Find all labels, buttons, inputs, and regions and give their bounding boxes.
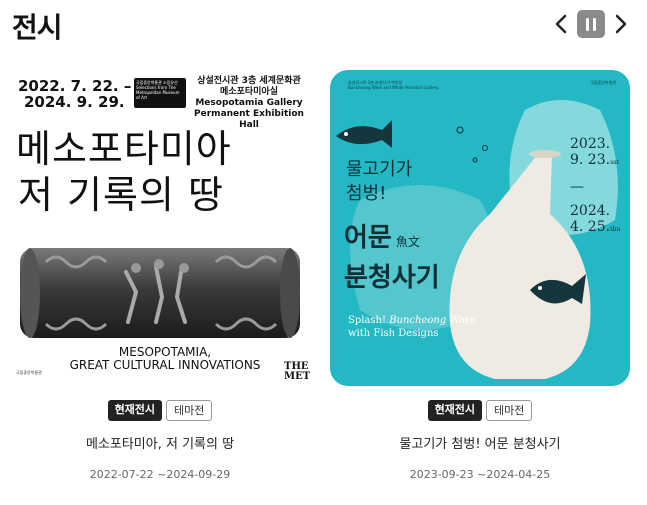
- poster-venue: 상설전시관 3층 분청사기·백자실 Buncheong Ware and Whi…: [348, 80, 439, 90]
- cylinder-seal-image: [20, 248, 300, 338]
- museum-name-small: 국립중앙박물관: [590, 80, 616, 85]
- exhibition-date: 2023-09-23 ~2024-04-25: [409, 468, 551, 481]
- poster-big-title: 메소포타미아 저 기록의 땅: [16, 127, 232, 217]
- museum-name-small: 국립중앙박물관: [16, 370, 42, 375]
- page-title: 전시: [12, 11, 63, 44]
- exhibition-card[interactable]: 2022. 7. 22. – 2024. 9. 29. 국립중앙박물관 소장유산…: [10, 70, 310, 481]
- pause-icon[interactable]: [577, 10, 605, 38]
- exhibition-poster[interactable]: 2022. 7. 22. – 2024. 9. 29. 국립중앙박물관 소장유산…: [10, 70, 310, 386]
- poster-english-title: Splash! Buncheong Ware with Fish Designs: [348, 315, 476, 339]
- exhibition-date: 2022-07-22 ~2024-09-29: [89, 468, 231, 481]
- met-logo: THE MET: [284, 361, 310, 382]
- exhibition-card[interactable]: 상설전시관 3층 분청사기·백자실 Buncheong Ware and Whi…: [330, 70, 630, 481]
- poster-english-title: MESOPOTAMIA, GREAT CULTURAL INNOVATIONS: [69, 345, 261, 372]
- chevron-right-icon[interactable]: [613, 12, 629, 36]
- exhibition-title[interactable]: 물고기가 첨벙! 어문 분청사기: [330, 433, 630, 452]
- status-badge: 현재전시: [427, 400, 483, 421]
- poster-date: 2023. 9. 23.sat — 2024. 4. 25.thu: [570, 136, 621, 235]
- poster-title-main: 어문 魚文 분청사기: [344, 223, 440, 293]
- status-badge: 현재전시: [107, 400, 163, 421]
- exhibition-title[interactable]: 메소포타미아, 저 기록의 땅: [10, 433, 310, 452]
- carousel-controls: [553, 10, 629, 38]
- museum-logo: 국립중앙박물관 소장유산 Selections from The Metropo…: [134, 78, 186, 108]
- type-badge: 테마전: [166, 400, 213, 421]
- type-badge: 테마전: [486, 400, 533, 421]
- badge-group: 현재전시 테마전: [330, 400, 630, 421]
- badge-group: 현재전시 테마전: [10, 400, 310, 421]
- poster-hall-info: 상설전시관 3층 세계문화관 메소포타미아실 Mesopotamia Galle…: [194, 76, 304, 130]
- poster-title-upper: 물고기가 첨벙!: [346, 159, 413, 204]
- exhibition-poster[interactable]: 상설전시관 3층 분청사기·백자실 Buncheong Ware and Whi…: [330, 70, 630, 386]
- chevron-left-icon[interactable]: [553, 12, 569, 36]
- poster-date: 2022. 7. 22. – 2024. 9. 29.: [18, 77, 132, 111]
